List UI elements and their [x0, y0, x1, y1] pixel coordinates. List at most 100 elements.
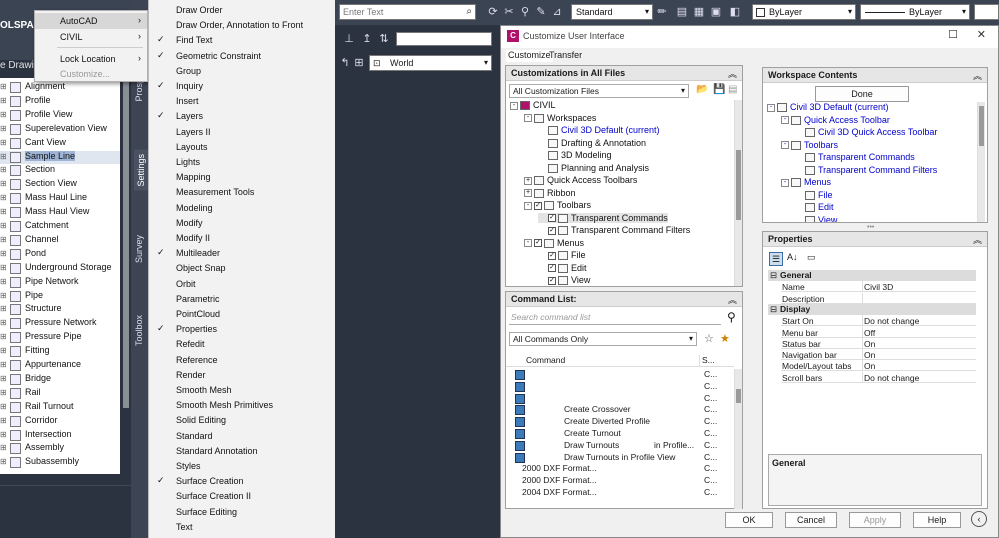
toolbar-menu-item[interactable]: Orbit — [149, 277, 335, 292]
collapse-node-icon[interactable]: - — [781, 141, 789, 150]
toolbar-menu-item[interactable]: Render — [149, 368, 335, 383]
tree-item[interactable]: ⊞ Pipe — [0, 290, 120, 303]
checkbox[interactable]: ✓ — [548, 226, 556, 235]
property-row[interactable]: Description — [781, 292, 976, 304]
close-icon[interactable]: ✕ — [977, 28, 986, 41]
collapse-icon[interactable]: ︽ — [973, 233, 982, 246]
workspace-scrollbar[interactable] — [977, 102, 985, 222]
toolbar-menu-item[interactable]: ✓ Multileader — [149, 246, 335, 261]
open-file-icon[interactable]: 📂 — [696, 84, 708, 95]
expand-node-icon[interactable]: + — [524, 176, 532, 185]
ucs-origin-icon[interactable]: ↥ — [360, 32, 374, 46]
property-category[interactable]: ⊟ General — [768, 270, 976, 281]
new-command-icon[interactable]: ☆ — [704, 332, 714, 345]
expand-icon[interactable]: ⊞ — [0, 332, 7, 341]
expand-icon[interactable]: ⊞ — [0, 249, 7, 258]
pencil-icon[interactable]: ✏ — [655, 5, 669, 19]
ucs-z-icon[interactable]: ⇅ — [377, 32, 391, 46]
toolbar-menu-item[interactable]: Insert — [149, 94, 335, 109]
customizations-scrollbar[interactable] — [734, 100, 742, 286]
ucs-icon[interactable]: ⊥ — [342, 32, 356, 46]
load-icon[interactable]: ▤ — [728, 84, 737, 95]
tree-item[interactable]: ⊞ Section View — [0, 178, 120, 191]
tree-item[interactable]: ⊞ Corridor — [0, 415, 120, 428]
side-tab-settings[interactable]: Settings — [134, 150, 148, 191]
customization-tree-node[interactable]: ✓ Transparent Commands — [538, 212, 668, 223]
tree-item[interactable]: ⊞ Intersection — [0, 429, 120, 442]
help-button[interactable]: Help — [913, 512, 961, 528]
splitter-handle[interactable]: ••• — [867, 224, 874, 231]
expand-icon[interactable]: ⊞ — [0, 291, 7, 300]
column-source[interactable]: S... — [702, 355, 715, 365]
toolbar-menu-item[interactable]: Styles — [149, 459, 335, 474]
customization-tree-node[interactable]: ✓ File — [538, 250, 586, 261]
toolspace-scrollbar[interactable] — [123, 78, 129, 408]
toolbar-menu-item[interactable]: ✓ Find Text — [149, 33, 335, 48]
expand-icon[interactable]: ⊞ — [0, 96, 7, 105]
tab-customize[interactable]: Customize — [506, 50, 553, 62]
maximize-icon[interactable]: ☐ — [948, 28, 958, 41]
customization-tree-node[interactable]: + Ribbon — [524, 188, 576, 198]
named-ucs-dropdown[interactable] — [396, 32, 492, 46]
expand-icon[interactable]: ⊞ — [0, 152, 7, 161]
toolbar-menu-item[interactable]: Layouts — [149, 140, 335, 155]
checkbox[interactable]: ✓ — [548, 264, 556, 273]
customization-tree-node[interactable]: ✓ Edit — [538, 263, 587, 273]
expand-icon[interactable]: ⊞ — [0, 457, 7, 466]
customization-tree-node[interactable]: ✓ View — [538, 275, 590, 286]
command-row[interactable]: C... — [514, 369, 734, 381]
expand-icon[interactable]: ⊞ — [0, 235, 7, 244]
toolbar-menu-item[interactable]: Refedit — [149, 337, 335, 352]
context-menu-item[interactable]: CIVIL › — [35, 29, 147, 45]
property-row[interactable]: Start On Do not change — [781, 315, 976, 327]
column-command[interactable]: Command — [526, 355, 565, 365]
expand-icon[interactable]: ⊞ — [0, 388, 7, 397]
done-button[interactable]: Done — [815, 86, 909, 102]
star-icon[interactable]: ★ — [720, 332, 730, 345]
collapse-node-icon[interactable]: - — [767, 103, 775, 112]
toolbar-menu-item[interactable]: Smooth Mesh — [149, 383, 335, 398]
checkbox[interactable]: ✓ — [548, 276, 556, 285]
command-row[interactable]: Create Crossover C... — [514, 404, 734, 416]
tree-item[interactable]: ⊞ Pressure Pipe — [0, 331, 120, 344]
context-menu-item[interactable]: AutoCAD › — [35, 13, 147, 29]
property-value[interactable]: On — [864, 361, 875, 371]
tree-item[interactable]: ⊞ Pond — [0, 248, 120, 261]
toolbar-menu-item[interactable]: Standard — [149, 429, 335, 444]
customization-tree-node[interactable]: Planning and Analysis — [538, 163, 649, 173]
toolbar-menu-item[interactable]: Standard Annotation — [149, 444, 335, 459]
property-row[interactable]: Name Civil 3D — [781, 281, 976, 293]
collapse-node-icon[interactable]: - — [510, 101, 518, 110]
toolbar-menu-item[interactable]: Smooth Mesh Primitives — [149, 398, 335, 413]
ucs-world-icon[interactable]: ⊞ — [352, 56, 366, 70]
collapse-icon[interactable]: ︽ — [728, 293, 737, 306]
tree-item[interactable]: ⊞ Sample Line — [0, 150, 120, 164]
cancel-button[interactable]: Cancel — [785, 512, 837, 528]
dialog-titlebar[interactable]: C Customize User Interface ☐ ✕ — [501, 26, 998, 48]
toolbar-menu-item[interactable]: Object Snap — [149, 261, 335, 276]
expand-icon[interactable]: ⊞ — [0, 374, 7, 383]
toolbar-menu-item[interactable]: Reference — [149, 353, 335, 368]
expand-icon[interactable]: ⊞ — [0, 263, 7, 272]
command-row[interactable]: 2000 DXF Format... C... — [514, 475, 734, 487]
tree-item[interactable]: ⊞ Structure — [0, 303, 120, 316]
tab-transfer[interactable]: Transfer — [549, 50, 582, 62]
expand-icon[interactable]: ⊞ — [0, 138, 7, 147]
expand-icon[interactable]: ⊞ — [0, 179, 7, 188]
tree-item[interactable]: ⊞ Channel — [0, 234, 120, 247]
collapse-icon[interactable]: ︽ — [728, 67, 737, 80]
expand-icon[interactable]: ⊞ — [0, 207, 7, 216]
tree-item[interactable]: ⊞ Fitting — [0, 345, 120, 358]
expand-icon[interactable]: ⊞ — [0, 110, 7, 119]
tree-item[interactable]: ⊞ Assembly — [0, 442, 120, 455]
property-row[interactable]: Status bar On — [781, 337, 976, 349]
scissors-icon[interactable]: ✂ — [502, 5, 516, 19]
ok-button[interactable]: OK — [725, 512, 773, 528]
toolbar-menu-item[interactable]: Modeling — [149, 201, 335, 216]
command-filter-dropdown[interactable]: All Commands Only ▾ — [509, 332, 697, 346]
customization-tree-node[interactable]: Drafting & Annotation — [538, 138, 646, 148]
expand-icon[interactable]: ⊞ — [0, 165, 7, 174]
expand-icon[interactable]: ⊞ — [0, 82, 7, 91]
expand-node-icon[interactable]: + — [524, 189, 532, 198]
categorized-icon[interactable]: ☰ — [769, 252, 783, 266]
